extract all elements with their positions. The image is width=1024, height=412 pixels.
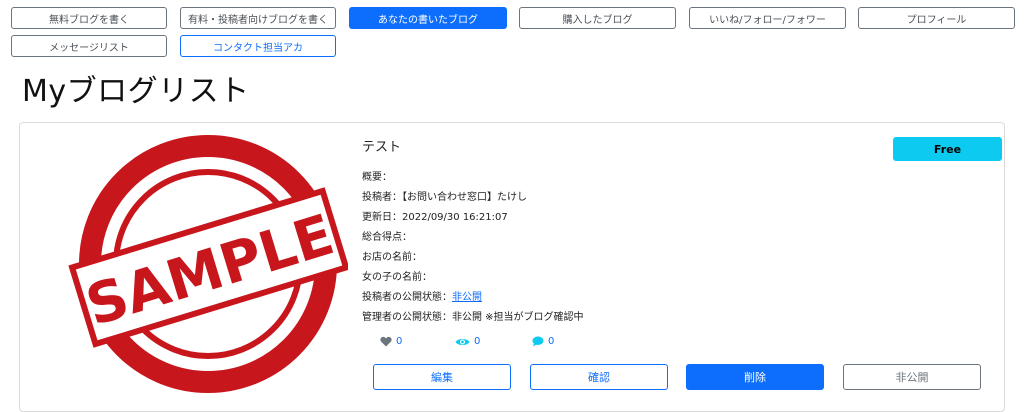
- summary-label: 概要：: [362, 172, 392, 183]
- shop-name-row: お店の名前：: [362, 248, 422, 263]
- views-stat: 0: [455, 336, 480, 347]
- poster-status-link[interactable]: 非公開: [452, 292, 482, 303]
- heart-icon: [380, 336, 392, 347]
- nav-message-list-button[interactable]: メッセージリスト: [11, 35, 167, 57]
- nav-label: 有料・投稿者向けブログを書く: [188, 14, 328, 26]
- summary-row: 概要：: [362, 168, 392, 183]
- updated-row: 更新日：2022/09/30 16:21:07: [362, 208, 508, 223]
- score-row: 総合得点：: [362, 228, 412, 243]
- shop-name-label: お店の名前：: [362, 252, 422, 263]
- page-title: Myブログリスト: [22, 74, 250, 109]
- free-badge: Free: [893, 137, 1002, 161]
- sample-stamp-image: SAMPLE: [68, 135, 348, 393]
- poster-label: 投稿者：: [362, 192, 402, 203]
- nav-label: メッセージリスト: [49, 42, 129, 54]
- poster-status-label: 投稿者の公開状態：: [362, 292, 452, 303]
- unpublish-button[interactable]: 非公開: [843, 364, 981, 390]
- admin-status-row: 管理者の公開状態：非公開 ※担当がブログ確認中: [362, 308, 584, 323]
- blog-card: SAMPLE テスト Free 概要： 投稿者：【お問い合わせ窓口】たけし 更新…: [19, 122, 1005, 412]
- nav-label: コンタクト担当アカ: [213, 42, 303, 54]
- nav-likes-follows-button[interactable]: いいね/フォロー/フォワー: [689, 7, 846, 29]
- poster-row: 投稿者：【お問い合わせ窓口】たけし: [362, 188, 527, 203]
- likes-count: 0: [396, 336, 403, 347]
- poster-value: 【お問い合わせ窓口】たけし: [402, 192, 527, 203]
- comment-icon: [532, 336, 544, 347]
- eye-icon: [455, 337, 470, 347]
- nav-purchased-blogs-button[interactable]: 購入したブログ: [519, 7, 676, 29]
- poster-status-row: 投稿者の公開状態：非公開: [362, 288, 482, 303]
- comments-count: 0: [548, 336, 555, 347]
- nav-write-free-blog-button[interactable]: 無料ブログを書く: [11, 7, 167, 29]
- post-title: テスト: [362, 140, 402, 155]
- edit-button[interactable]: 編集: [373, 364, 511, 390]
- girl-name-label: 女の子の名前：: [362, 272, 432, 283]
- nav-profile-button[interactable]: プロフィール: [858, 7, 1015, 29]
- nav-label: 無料ブログを書く: [49, 14, 129, 26]
- likes-stat[interactable]: 0: [380, 336, 402, 347]
- updated-label: 更新日：: [362, 212, 402, 223]
- nav-label: 購入したブログ: [562, 14, 633, 26]
- nav-label: プロフィール: [906, 14, 967, 26]
- nav-write-paid-blog-button[interactable]: 有料・投稿者向けブログを書く: [180, 7, 336, 29]
- updated-value: 2022/09/30 16:21:07: [402, 212, 508, 223]
- confirm-button[interactable]: 確認: [530, 364, 668, 390]
- views-count: 0: [474, 336, 481, 347]
- girl-name-row: 女の子の名前：: [362, 268, 432, 283]
- score-label: 総合得点：: [362, 232, 412, 243]
- comments-stat[interactable]: 0: [532, 336, 554, 347]
- nav-contact-account-button[interactable]: コンタクト担当アカ: [180, 35, 336, 57]
- nav-label: いいね/フォロー/フォワー: [709, 14, 826, 26]
- admin-status-label: 管理者の公開状態：: [362, 312, 452, 323]
- nav-my-blogs-button[interactable]: あなたの書いたブログ: [349, 7, 507, 29]
- delete-button[interactable]: 削除: [686, 364, 824, 390]
- admin-status-value: 非公開 ※担当がブログ確認中: [452, 312, 584, 323]
- nav-label: あなたの書いたブログ: [378, 14, 478, 26]
